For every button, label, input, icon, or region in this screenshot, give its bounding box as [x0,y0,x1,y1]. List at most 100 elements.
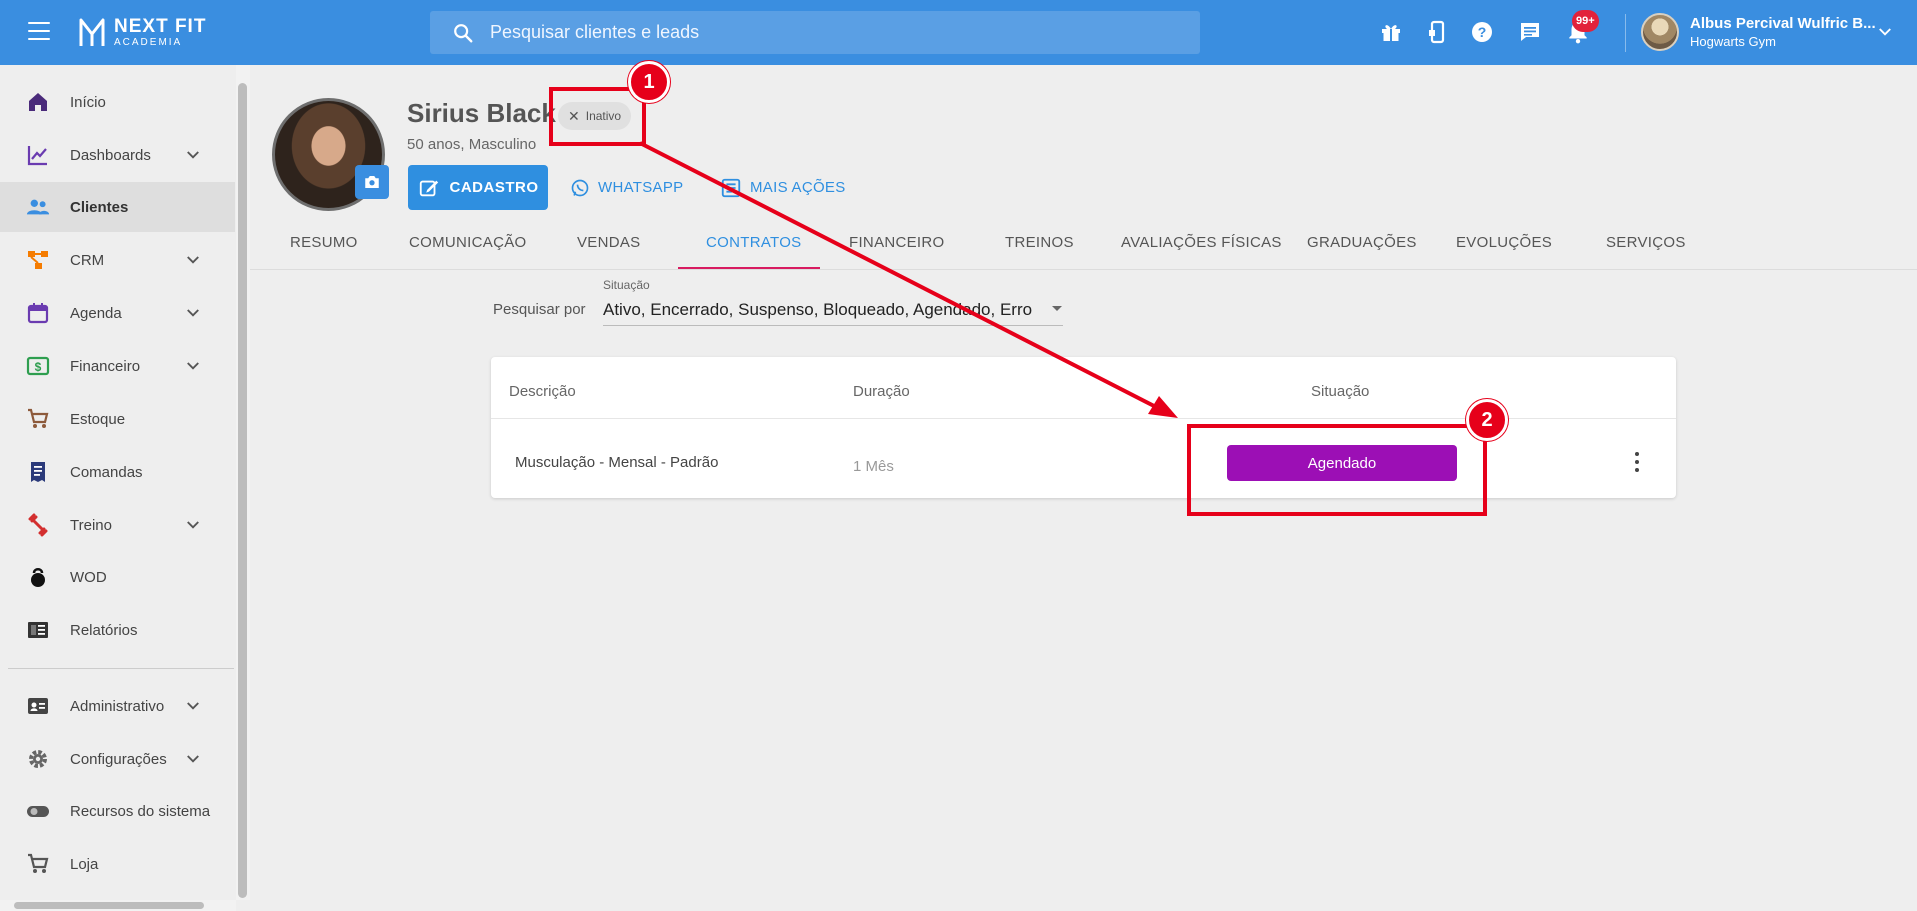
chevron-down-icon[interactable] [1876,23,1894,41]
sidebar-item-treino[interactable]: Treino [0,500,235,550]
chevron-down-icon [187,702,199,710]
sidebar-item-recursos[interactable]: Recursos do sistema [0,786,235,836]
user-name[interactable]: Albus Percival Wulfric B... [1690,15,1876,32]
change-photo-button[interactable] [355,165,389,199]
help-icon[interactable]: ? [1468,18,1496,46]
logo-title: NEXT FIT [114,15,207,37]
annotation-box-1 [549,87,646,146]
chart-line-icon [26,143,50,167]
cell-descricao[interactable]: Musculação - Mensal - Padrão [515,454,718,471]
sidebar-item-clientes[interactable]: Clientes [0,182,235,232]
tab-avaliacoes-fisicas[interactable]: AVALIAÇÕES FÍSICAS [1121,234,1282,251]
client-name: Sirius Black [407,98,556,128]
gear-icon [26,747,50,771]
sidebar-item-agenda[interactable]: Agenda [0,288,235,338]
sidebar-item-financeiro[interactable]: $ Financeiro [0,341,235,391]
chevron-down-icon [187,256,199,264]
sidebar-horizontal-scrollbar[interactable] [0,900,236,911]
sidebar-item-comandas[interactable]: Comandas [0,447,235,497]
logo-subtitle: ACADEMIA [114,36,183,48]
sidebar-item-label: Relatórios [70,621,138,639]
sidebar-item-label: Treino [70,516,112,534]
money-icon: $ [26,354,50,378]
search-icon [454,23,473,42]
sidebar-item-label: Configurações [70,750,167,768]
dumbbell-icon [26,513,50,537]
tab-evolucoes[interactable]: EVOLUÇÕES [1456,234,1552,251]
column-header-duracao: Duração [853,383,910,400]
sidebar-item-label: Clientes [70,198,129,216]
scrollbar-thumb[interactable] [14,902,204,909]
chevron-down-icon [187,151,199,159]
sidebar-item-label: Comandas [70,463,143,481]
scrollbar-thumb[interactable] [238,83,247,898]
mais-acoes-label: MAIS AÇÕES [750,179,846,196]
annotation-marker-1: 1 [628,61,670,103]
tab-graduacoes[interactable]: GRADUAÇÕES [1307,234,1417,251]
sidebar-item-configuracoes[interactable]: Configurações [0,734,235,784]
id-card-icon [26,694,50,718]
more-options-icon[interactable] [1631,449,1643,475]
sidebar-item-label: Estoque [70,410,126,428]
list-box-icon [721,178,741,197]
client-tabs: RESUMO COMUNICAÇÃO VENDAS CONTRATOS FINA… [250,222,1917,270]
tab-treinos[interactable]: TREINOS [1005,234,1074,251]
sidebar-item-label: Administrativo [70,697,165,715]
receipt-icon [26,460,50,484]
search-input[interactable] [490,22,1090,43]
sidebar-item-inicio[interactable]: Início [0,77,235,127]
home-icon [26,90,50,114]
tab-resumo[interactable]: RESUMO [290,234,358,251]
cadastro-button[interactable]: CADASTRO [408,165,548,210]
cart-icon [26,852,50,876]
dropdown-arrow-icon[interactable] [1052,306,1062,311]
menu-icon[interactable] [28,22,50,40]
top-bar: NEXT FIT ACADEMIA ? 99+ Albus Percival W… [0,0,1917,65]
sidebar-item-crm[interactable]: CRM [0,235,235,285]
chat-icon[interactable] [1516,18,1544,46]
app-logo[interactable]: NEXT FIT ACADEMIA [78,16,206,48]
mobile-app-icon[interactable] [1423,18,1451,46]
crm-flow-icon [26,248,50,272]
gift-icon[interactable] [1377,18,1405,46]
tab-contratos[interactable]: CONTRATOS [706,234,801,251]
sidebar-item-label: Dashboards [70,146,151,164]
sidebar-item-label: Início [70,93,106,111]
situacao-select[interactable]: Ativo, Encerrado, Suspenso, Bloqueado, A… [603,296,1063,326]
chevron-down-icon [187,309,199,317]
active-tab-indicator [678,267,820,269]
edit-icon [419,180,438,196]
calendar-icon [26,301,50,325]
logo-icon [79,18,105,46]
column-header-situacao: Situação [1311,383,1370,400]
cell-duracao: 1 Mês [853,458,894,475]
camera-icon [365,176,379,188]
chevron-down-icon [187,755,199,763]
sidebar-item-estoque[interactable]: Estoque [0,394,235,444]
sidebar-item-relatorios[interactable]: Relatórios [0,605,235,655]
kettlebell-icon [26,565,50,589]
annotation-marker-2: 2 [1466,399,1508,441]
whatsapp-icon [571,179,589,196]
sidebar-scrollbar[interactable] [236,65,250,900]
tab-comunicacao[interactable]: COMUNICAÇÃO [409,234,526,251]
sidebar-item-wod[interactable]: WOD [0,552,235,602]
annotation-box-2 [1187,424,1487,516]
sidebar-item-label: WOD [70,568,107,586]
cart-icon [26,407,50,431]
people-icon [26,195,50,219]
tab-vendas[interactable]: VENDAS [577,234,641,251]
sidebar-item-label: Agenda [70,304,122,322]
sidebar-item-administrativo[interactable]: Administrativo [0,681,235,731]
report-icon [26,618,50,642]
tab-financeiro[interactable]: FINANCEIRO [849,234,945,251]
chevron-down-icon [187,521,199,529]
sidebar-item-loja[interactable]: Loja [0,839,235,889]
svg-text:?: ? [1478,24,1487,40]
user-avatar[interactable] [1641,13,1679,51]
sidebar-item-dashboards[interactable]: Dashboards [0,130,235,180]
search-bar[interactable] [430,11,1200,54]
mais-acoes-button[interactable]: MAIS AÇÕES [720,165,846,210]
tab-servicos[interactable]: SERVIÇOS [1606,234,1686,251]
whatsapp-button[interactable]: WHATSAPP [570,165,683,210]
